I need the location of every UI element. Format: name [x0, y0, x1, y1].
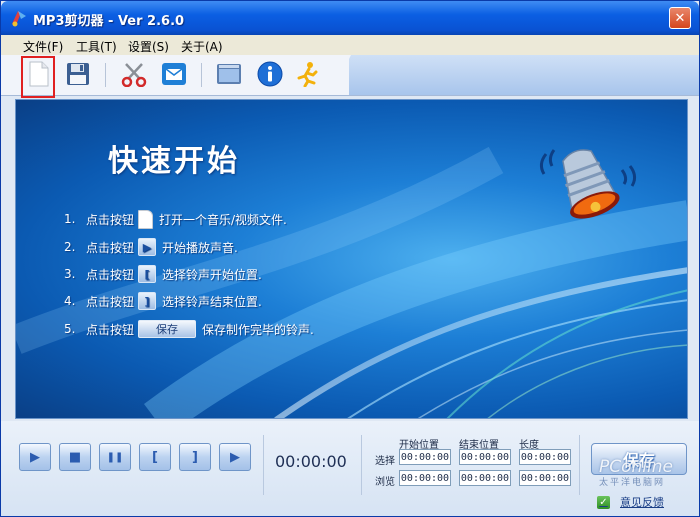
toolbar-separator	[105, 63, 106, 87]
select-end-field[interactable]: 00:00:00	[459, 449, 511, 465]
quick-start-panel: 快速开始 1. 点击按钮 打开一个音乐/视频文件. 2. 点击按钮 ▶ 开始播放…	[15, 99, 688, 419]
stop-icon: ■	[68, 449, 82, 465]
title-bar[interactable]: MP3剪切器 - Ver 2.6.0 ✕	[1, 1, 699, 35]
menu-bar: 文件(F) 工具(T) 设置(S) 关于(A)	[1, 35, 699, 55]
play-icon: ▶	[30, 449, 40, 465]
step-2: 2. 点击按钮 ▶ 开始播放声音.	[64, 237, 238, 257]
step-label: 点击按钮	[86, 212, 135, 227]
feedback-label: 意见反馈	[620, 496, 664, 509]
step-label: 点击按钮	[86, 322, 135, 337]
mark-end-icon: ]	[138, 292, 157, 310]
browse-end-field[interactable]: 00:00:00	[459, 470, 511, 486]
mark-end-button[interactable]: ]	[179, 443, 211, 471]
time-display: 00:00:00	[275, 452, 347, 471]
save-file-button[interactable]	[63, 59, 93, 89]
step-3: 3. 点击按钮 [ 选择铃声开始位置.	[64, 264, 262, 284]
mark-start-icon: [	[138, 265, 157, 283]
window-icon	[217, 64, 241, 84]
save-mini-button: 保存	[138, 320, 197, 338]
menu-settings[interactable]: 设置(S)	[128, 38, 169, 55]
app-window: MP3剪切器 - Ver 2.6.0 ✕ 文件(F) 工具(T) 设置(S) 关…	[0, 0, 700, 517]
step-description: 选择铃声结束位置.	[162, 294, 262, 309]
exit-button[interactable]	[293, 59, 323, 89]
new-file-icon	[138, 209, 154, 229]
menu-about[interactable]: 关于(A)	[181, 38, 223, 55]
cut-button[interactable]	[119, 59, 149, 89]
browse-start-field[interactable]: 00:00:00	[399, 470, 451, 486]
close-icon: ✕	[674, 10, 686, 26]
toolbar-slant	[331, 55, 351, 95]
select-length-field[interactable]: 00:00:00	[519, 449, 571, 465]
step-number: 5.	[64, 322, 76, 336]
separator	[361, 435, 362, 495]
step-4: 4. 点击按钮 ] 选择铃声结束位置.	[64, 291, 262, 311]
toolbar-separator	[201, 63, 202, 87]
info-icon	[257, 61, 283, 87]
browse-length-field[interactable]: 00:00:00	[519, 470, 571, 486]
pause-icon: ❚❚	[106, 451, 124, 463]
play-icon: ▶	[138, 238, 157, 256]
feedback-link[interactable]: ✓ 意见反馈	[597, 494, 664, 510]
mark-start-button[interactable]: [	[139, 443, 171, 471]
play-selection-button[interactable]: ▶	[219, 443, 251, 471]
watermark-subtitle: 太平洋电脑网	[599, 478, 666, 488]
select-start-field[interactable]: 00:00:00	[399, 449, 451, 465]
step-1: 1. 点击按钮 打开一个音乐/视频文件.	[64, 209, 287, 229]
step-number: 1.	[64, 212, 76, 226]
play-button[interactable]: ▶	[19, 443, 51, 471]
step-number: 3.	[64, 267, 76, 281]
pause-button[interactable]: ❚❚	[99, 443, 131, 471]
step-number: 2.	[64, 240, 76, 254]
window-button[interactable]	[214, 59, 244, 89]
check-icon: ✓	[597, 495, 610, 509]
toolbar-band	[349, 55, 699, 95]
mail-button[interactable]	[159, 59, 189, 89]
watermark-logo: PConline	[599, 457, 673, 477]
step-label: 点击按钮	[86, 294, 135, 309]
separator	[263, 435, 264, 495]
scissors-icon	[121, 63, 147, 87]
step-description: 开始播放声音.	[162, 240, 238, 255]
menu-file[interactable]: 文件(F)	[23, 38, 63, 55]
mail-icon	[162, 63, 186, 85]
save-disk-icon	[67, 63, 89, 85]
row-label-select: 选择	[375, 456, 395, 467]
step-5: 5. 点击按钮 保存 保存制作完毕的铃声.	[64, 319, 314, 339]
step-description: 保存制作完毕的铃声.	[202, 322, 314, 337]
menu-tools[interactable]: 工具(T)	[76, 38, 117, 55]
stop-button[interactable]: ■	[59, 443, 91, 471]
toolbar	[1, 55, 699, 96]
row-label-browse: 浏览	[375, 477, 395, 488]
step-description: 打开一个音乐/视频文件.	[159, 212, 287, 227]
close-button[interactable]: ✕	[669, 7, 691, 29]
step-label: 点击按钮	[86, 267, 135, 282]
play-selection-icon: ▶	[230, 449, 240, 465]
step-number: 4.	[64, 294, 76, 308]
mark-start-icon: [	[152, 449, 158, 465]
mark-end-icon: ]	[192, 449, 198, 465]
app-icon	[12, 11, 26, 27]
step-label: 点击按钮	[86, 240, 135, 255]
info-button[interactable]	[255, 59, 285, 89]
separator	[579, 435, 580, 495]
highlight-box	[21, 56, 55, 98]
running-man-icon	[297, 62, 318, 87]
bell-icon	[539, 149, 637, 219]
step-description: 选择铃声开始位置.	[162, 267, 262, 282]
quick-start-title: 快速开始	[108, 144, 240, 179]
window-title: MP3剪切器 - Ver 2.6.0	[33, 14, 185, 29]
control-area: ▶ ■ ❚❚ [ ] ▶ 00:00:00 开始位置 结束位置 长度 选择 00…	[1, 421, 699, 516]
